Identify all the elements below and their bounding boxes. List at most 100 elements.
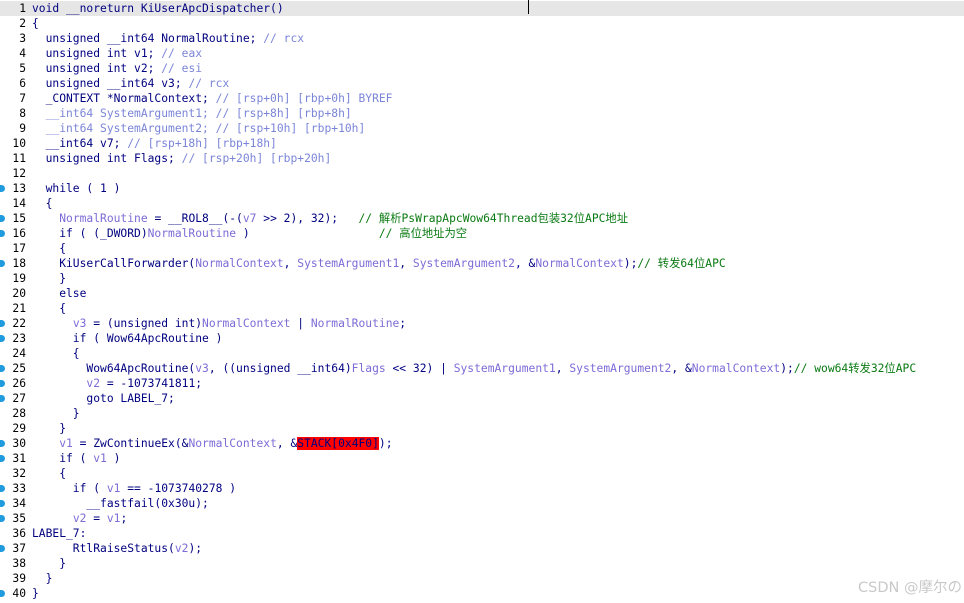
code-token: { — [32, 197, 53, 210]
line-number: 12 — [12, 167, 26, 180]
code-line[interactable]: 3 unsigned __int64 NormalRoutine; // rcx — [0, 31, 964, 46]
line-number: 19 — [12, 272, 26, 285]
code-token: = — [86, 512, 107, 525]
code-line[interactable]: 17 { — [0, 241, 964, 256]
code-token: = (unsigned int) — [86, 317, 203, 330]
code-token: goto LABEL_7; — [32, 392, 175, 405]
code-token: __int64 SystemArgument1; — [32, 107, 216, 120]
code-line[interactable]: 12 — [0, 166, 964, 181]
code-line[interactable]: 37 RtlRaiseStatus(v2); — [0, 541, 964, 556]
code-token: SystemArgument1 — [297, 257, 400, 270]
code-line[interactable]: 18 KiUserCallForwarder(NormalContext, Sy… — [0, 256, 964, 271]
code-token: // esi — [161, 62, 203, 75]
code-token: , ((unsigned __int64) — [208, 362, 352, 375]
code-comment: // 解析PsWrapApcWow64Thread包装32位APC地址 — [358, 212, 629, 225]
code-token: , — [555, 362, 570, 375]
code-line[interactable]: 6 unsigned __int64 v3; // rcx — [0, 76, 964, 91]
code-line[interactable]: 5 unsigned int v2; // esi — [0, 61, 964, 76]
line-number: 9 — [19, 122, 26, 135]
code-token: { — [32, 467, 67, 480]
pseudocode-view[interactable]: 1 void __noreturn KiUserApcDispatcher() 2{… — [0, 0, 964, 603]
code-line[interactable]: 36 LABEL_7: — [0, 526, 964, 541]
code-comment: // 高位地址为空 — [378, 227, 468, 240]
code-line[interactable]: 27 goto LABEL_7; — [0, 391, 964, 406]
code-line[interactable]: 8 __int64 SystemArgument1; // [rsp+8h] [… — [0, 106, 964, 121]
code-line[interactable]: 14 { — [0, 196, 964, 211]
code-line[interactable]: 20 else — [0, 286, 964, 301]
code-line[interactable]: 22 v3 = (unsigned int)NormalContext | No… — [0, 316, 964, 331]
code-line[interactable]: 32 { — [0, 466, 964, 481]
code-token: , & — [276, 437, 298, 450]
code-text: RtlRaiseStatus(v2); — [32, 541, 202, 556]
code-token: Flags — [351, 362, 386, 375]
code-token: v1 — [106, 482, 121, 495]
code-line[interactable]: 24 { — [0, 346, 964, 361]
code-text: __int64 v7; // [rsp+18h] [rbp+18h] — [32, 136, 277, 151]
code-text: if ( v1 == -1073740278 ) — [32, 481, 236, 496]
line-number: 38 — [12, 557, 26, 570]
code-text: void __noreturn KiUserApcDispatcher() — [32, 1, 284, 16]
code-line[interactable]: 10 __int64 v7; // [rsp+18h] [rbp+18h] — [0, 136, 964, 151]
code-token: , — [399, 257, 413, 270]
line-number: 14 — [12, 197, 26, 210]
line-number: 2 — [19, 17, 26, 30]
line-number: 32 — [12, 467, 26, 480]
code-line[interactable]: 1 void __noreturn KiUserApcDispatcher() — [0, 1, 964, 16]
code-line[interactable]: 38 } — [0, 556, 964, 571]
code-token: __fastfail(0x30u); — [32, 497, 209, 510]
code-token: { — [32, 302, 67, 315]
code-line[interactable]: 30 v1 = ZwContinueEx(&NormalContext, &ST… — [0, 436, 964, 451]
code-token: } — [32, 587, 39, 600]
code-text: unsigned int v1; // eax — [32, 46, 202, 61]
code-token: v3 — [72, 317, 87, 330]
line-number: 1 — [19, 2, 26, 15]
code-text: } — [32, 586, 39, 601]
code-line[interactable]: 23 if ( Wow64ApcRoutine ) — [0, 331, 964, 346]
code-token: NormalContext — [535, 257, 624, 270]
code-line[interactable]: 25 Wow64ApcRoutine(v3, ((unsigned __int6… — [0, 361, 964, 376]
code-text: LABEL_7: — [32, 526, 86, 541]
code-line[interactable]: 16 if ( (_DWORD)NormalRoutine ) // 高位地址为… — [0, 226, 964, 241]
code-line[interactable]: 13 while ( 1 ) — [0, 181, 964, 196]
code-line[interactable]: 15 NormalRoutine = __ROL8__(-(v7 >> 2), … — [0, 211, 964, 226]
code-token: LABEL_7: — [32, 527, 87, 540]
code-token: __int64 SystemArgument2; — [32, 122, 216, 135]
code-line[interactable]: 39 } — [0, 571, 964, 586]
code-line[interactable]: 9 __int64 SystemArgument2; // [rsp+10h] … — [0, 121, 964, 136]
code-text: _CONTEXT *NormalContext; // [rsp+0h] [rb… — [32, 91, 393, 106]
code-text: if ( (_DWORD)NormalRoutine ) // 高位地址为空 — [32, 226, 467, 241]
code-token: ); — [623, 257, 638, 270]
code-text: { — [32, 241, 66, 256]
code-line[interactable]: 7 _CONTEXT *NormalContext; // [rsp+0h] [… — [0, 91, 964, 106]
line-number: 36 — [12, 527, 26, 540]
code-token: NormalContext — [188, 437, 277, 450]
code-text: if ( v1 ) — [32, 451, 120, 466]
code-line[interactable]: 2{ — [0, 16, 964, 31]
code-line[interactable]: 26 v2 = -1073741811; — [0, 376, 964, 391]
line-number: 21 — [12, 302, 26, 315]
code-token: NormalContext — [195, 257, 284, 270]
line-number: 17 — [12, 242, 26, 255]
code-line[interactable]: 21 { — [0, 301, 964, 316]
code-token: v2 — [174, 542, 189, 555]
code-line[interactable]: 11 unsigned int Flags; // [rsp+20h] [rbp… — [0, 151, 964, 166]
line-number: 11 — [12, 152, 26, 165]
code-line[interactable]: 31 if ( v1 ) — [0, 451, 964, 466]
code-token: v1 — [59, 437, 73, 450]
code-token: // rcx — [263, 32, 305, 45]
code-token: ; — [120, 512, 128, 525]
code-line[interactable]: 35 v2 = v1; — [0, 511, 964, 526]
code-line[interactable]: 19 } — [0, 271, 964, 286]
code-line[interactable]: 34 __fastfail(0x30u); — [0, 496, 964, 511]
code-token: __int64 v7; — [32, 137, 128, 150]
code-line[interactable]: 40} — [0, 586, 964, 601]
code-token: NormalRoutine — [59, 212, 148, 225]
text-cursor — [528, 0, 529, 14]
code-line[interactable]: 4 unsigned int v1; // eax — [0, 46, 964, 61]
code-line[interactable]: 28 } — [0, 406, 964, 421]
code-token: // [rsp+0h] [rbp+0h] BYREF — [215, 92, 393, 105]
code-line[interactable]: 33 if ( v1 == -1073740278 ) — [0, 481, 964, 496]
code-line[interactable]: 29 } — [0, 421, 964, 436]
code-text: unsigned __int64 v3; // rcx — [32, 76, 230, 91]
